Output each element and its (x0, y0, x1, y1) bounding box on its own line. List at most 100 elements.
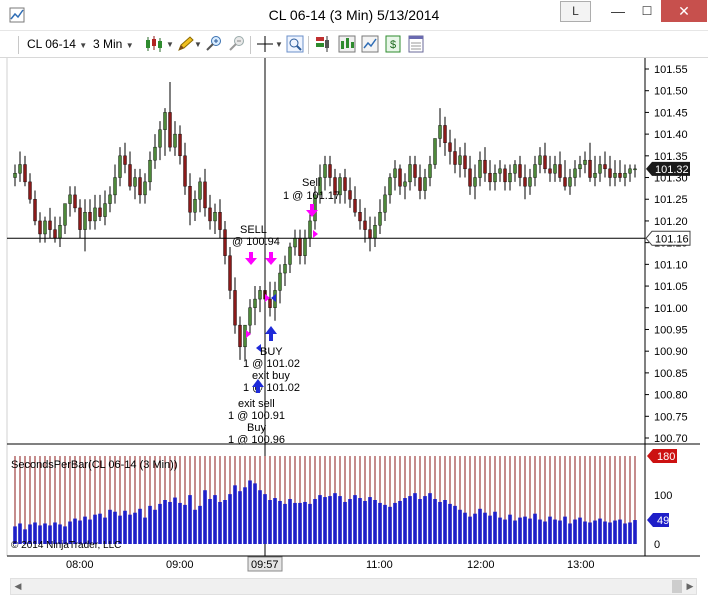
annotation-sell-caps-label: SELL (240, 224, 267, 236)
indicator-bar (448, 503, 452, 544)
candle-body (223, 229, 227, 256)
candle-body (573, 168, 577, 178)
candle-body (133, 177, 137, 187)
crosshair-time-tag: 09:57 (247, 556, 283, 572)
strategies-button[interactable] (361, 35, 379, 53)
candle-body (463, 155, 467, 170)
crosshair-price-value: 101.16 (655, 233, 689, 245)
candle-body (433, 138, 437, 165)
instrument-selector[interactable]: CL 06-14 ▼ (27, 36, 87, 52)
indicator-bar (493, 511, 497, 544)
candle-body (518, 164, 522, 178)
indicator-bar (608, 522, 612, 544)
scroll-left-icon[interactable]: ◀ (12, 579, 24, 594)
candle-body (58, 225, 62, 239)
data-box-button[interactable] (286, 35, 304, 53)
candle-body (168, 112, 172, 148)
indicator-bar (223, 500, 227, 544)
candle-body (368, 229, 372, 239)
price-axis-label: 101.10 (654, 259, 688, 271)
price-axis-label: 101.50 (654, 86, 688, 98)
zoom-out-button[interactable] (228, 35, 246, 53)
indicator-bar (478, 508, 482, 544)
chart-area[interactable]: 101.55101.50101.45101.40101.35101.30101.… (0, 58, 708, 578)
candle-body (298, 238, 302, 256)
maximize-button[interactable]: ☐ (633, 0, 661, 22)
indicator-bar (333, 493, 337, 544)
indicator-bar (563, 516, 567, 544)
candle-body (383, 194, 387, 213)
candle-body (628, 168, 632, 174)
candle-body (328, 164, 332, 178)
indicator-bar (338, 496, 342, 544)
scroll-right-icon[interactable]: ▶ (684, 579, 696, 594)
indicator-bar (203, 490, 207, 544)
indicator-bar (588, 522, 592, 544)
candle-body (173, 133, 177, 148)
indicator-bar (293, 502, 297, 544)
candle-body (523, 177, 527, 187)
indicator-bar (533, 513, 537, 544)
close-button[interactable]: ✕ (661, 0, 707, 22)
indicator-bar (288, 499, 292, 544)
price-axis-label: 101.00 (654, 303, 688, 315)
indicator-bar (148, 505, 152, 544)
indicator-bar (398, 500, 402, 544)
indicator-bar (423, 496, 427, 544)
properties-icon (408, 35, 424, 53)
candle-body (533, 164, 537, 178)
indicator-current-value: 49 (657, 515, 669, 527)
indicator-bar (458, 509, 462, 544)
candle-body (78, 207, 82, 230)
candle (433, 138, 437, 169)
candle-body (23, 164, 27, 183)
candle-body (598, 164, 602, 174)
indicator-max-tag: 180 (647, 449, 677, 463)
l-button[interactable]: L (560, 1, 591, 22)
candle-body (153, 146, 157, 161)
toolbar-separator (308, 36, 309, 54)
indicator-bar (618, 519, 622, 544)
indicator-bar (573, 519, 577, 544)
bar-type-button[interactable]: ▼ (144, 35, 174, 53)
candle-body (193, 199, 197, 213)
candle-body (408, 164, 412, 183)
candle-body (18, 164, 22, 174)
price-axis-label: 100.95 (654, 324, 688, 336)
drawing-tool-button[interactable]: ▼ (176, 35, 202, 53)
candle-body (453, 151, 457, 165)
candle-body (148, 159, 152, 183)
scrollbar-thumb[interactable] (672, 580, 682, 593)
candle-body (163, 112, 167, 130)
annotation-exit-buy-qty: 1 @ 101.02 (243, 382, 300, 394)
indicator-bar (528, 518, 532, 544)
candle-body (428, 164, 432, 178)
candle-body (503, 168, 507, 183)
annotation-sell-qty: 1 @ 101.17 (283, 190, 340, 202)
indicator-bar (548, 516, 552, 544)
chart-trader-button[interactable] (315, 35, 333, 53)
properties-button[interactable] (407, 35, 425, 53)
candle-body (443, 125, 447, 144)
crosshair-button[interactable]: ▼ (256, 35, 284, 53)
indicator-bar (258, 490, 262, 544)
interval-selector[interactable]: 3 Min ▼ (93, 36, 134, 52)
price-axis-label: 100.70 (654, 433, 688, 445)
indicator-bar (598, 518, 602, 544)
candle-body (158, 129, 162, 148)
candle-body (483, 159, 487, 174)
indicators-button[interactable] (338, 35, 356, 53)
candle-body (548, 168, 552, 174)
price-axis-label: 100.75 (654, 411, 688, 423)
indicator-bar (473, 513, 477, 544)
candle-body (108, 194, 112, 204)
svg-text:$: $ (390, 39, 396, 51)
minimize-button[interactable]: — (603, 0, 633, 22)
candle-body (373, 225, 377, 239)
candle-body (593, 172, 597, 178)
performance-button[interactable]: $ (384, 35, 402, 53)
zoom-in-button[interactable] (205, 35, 223, 53)
horizontal-scrollbar[interactable] (10, 578, 697, 595)
candle-body (123, 155, 127, 165)
indicator-bar (208, 499, 212, 544)
